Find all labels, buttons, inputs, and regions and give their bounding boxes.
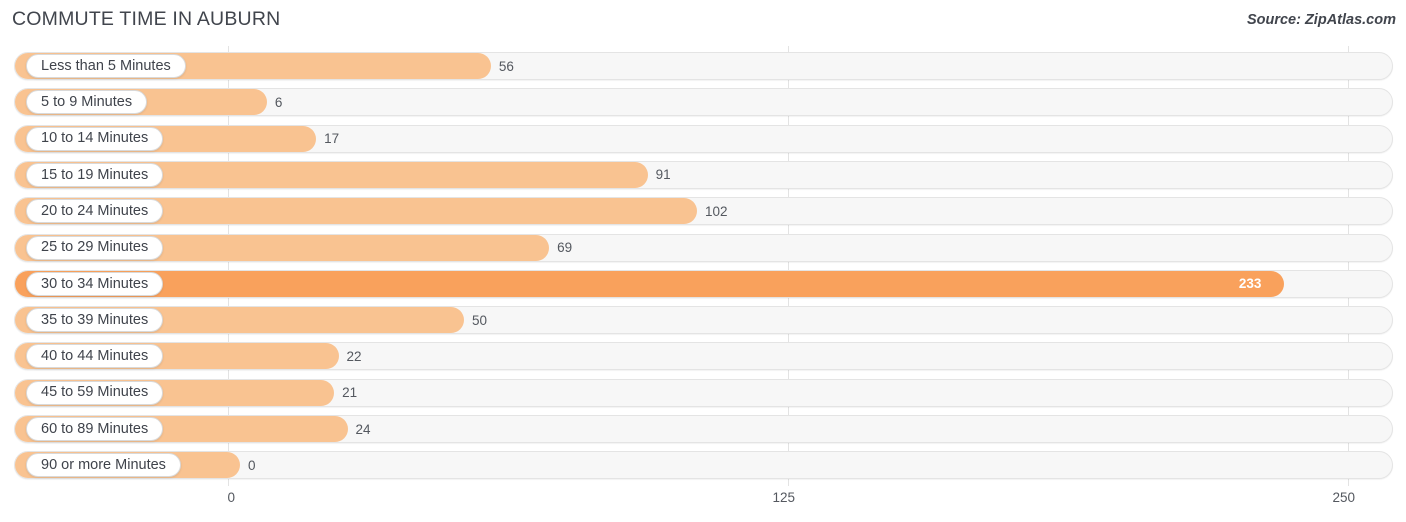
category-label-pill: 15 to 19 Minutes — [26, 162, 164, 187]
bar-row[interactable]: 20 to 24 Minutes 102 — [14, 197, 1393, 226]
category-label: 90 or more Minutes — [41, 457, 166, 474]
bar-row[interactable]: 90 or more Minutes 0 — [14, 451, 1393, 480]
bar-row[interactable]: 25 to 29 Minutes 69 — [14, 233, 1393, 262]
x-tick-label: 250 — [1332, 490, 1355, 505]
category-label: 15 to 19 Minutes — [41, 166, 149, 183]
bar-value-label: 22 — [346, 348, 362, 364]
bar-value-label: 56 — [498, 58, 514, 74]
x-axis: 0 125 250 — [0, 486, 1406, 522]
category-label: 40 to 44 Minutes — [41, 348, 149, 365]
bar-row[interactable]: 35 to 39 Minutes 50 — [14, 306, 1393, 335]
category-label: 60 to 89 Minutes — [41, 420, 149, 437]
category-label-pill: 20 to 24 Minutes — [26, 199, 164, 224]
bar-value-label: 69 — [557, 240, 573, 255]
category-label: 10 to 14 Minutes — [41, 130, 149, 147]
page-title: COMMUTE TIME IN AUBURN — [12, 8, 281, 30]
category-label-pill: 40 to 44 Minutes — [26, 344, 164, 369]
bar-value-label: 24 — [355, 421, 371, 437]
bar-row[interactable]: 15 to 19 Minutes 91 — [14, 160, 1393, 189]
category-label: 25 to 29 Minutes — [41, 239, 149, 256]
bar-value-label: 233 — [1238, 276, 1262, 292]
category-label: 35 to 39 Minutes — [41, 311, 149, 328]
category-label-pill: 30 to 34 Minutes — [26, 271, 164, 296]
category-label: 30 to 34 Minutes — [41, 275, 149, 292]
bar-row[interactable]: 10 to 14 Minutes 17 — [14, 124, 1393, 153]
category-label-pill: 60 to 89 Minutes — [26, 417, 164, 441]
category-label-pill: 35 to 39 Minutes — [26, 308, 164, 333]
category-label: 20 to 24 Minutes — [41, 202, 149, 219]
bar-row[interactable]: Less than 5 Minutes 56 — [14, 52, 1393, 80]
bar-rows: Less than 5 Minutes 56 5 to 9 Minutes 6 10 t… — [0, 46, 1406, 486]
category-label-pill: 90 or more Minutes — [26, 453, 181, 478]
category-label: Less than 5 Minutes — [41, 57, 171, 74]
category-label-pill: 45 to 59 Minutes — [26, 380, 164, 405]
bar-row[interactable]: 30 to 34 Minutes 233 — [14, 269, 1393, 298]
category-label-pill: 10 to 14 Minutes — [26, 126, 164, 151]
bar-value-label: 21 — [342, 385, 358, 401]
category-label: 45 to 59 Minutes — [41, 384, 149, 401]
chart-plot-area: Less than 5 Minutes 56 5 to 9 Minutes 6 10 t… — [0, 46, 1406, 486]
category-label-pill: Less than 5 Minutes — [26, 54, 186, 78]
category-label-pill: 5 to 9 Minutes — [26, 90, 148, 115]
source-attribution: Source: ZipAtlas.com — [1246, 12, 1396, 28]
bar-value-label: 17 — [324, 131, 340, 147]
bar-row[interactable]: 40 to 44 Minutes 22 — [14, 342, 1393, 371]
x-tick-label: 125 — [772, 490, 795, 505]
bar-value-label: 6 — [274, 94, 283, 110]
bar-value-label: 102 — [704, 203, 728, 219]
bar-fill — [15, 270, 1284, 297]
category-label-pill: 25 to 29 Minutes — [26, 235, 164, 260]
x-tick-label: 0 — [227, 490, 235, 505]
bar-value-label: 0 — [248, 457, 256, 473]
bar-row[interactable]: 45 to 59 Minutes 21 — [14, 378, 1393, 407]
bar-row[interactable]: 60 to 89 Minutes 24 — [14, 415, 1393, 443]
bar-row[interactable]: 5 to 9 Minutes 6 — [14, 88, 1393, 117]
category-label: 5 to 9 Minutes — [41, 94, 133, 111]
bar-value-label: 91 — [655, 167, 671, 183]
chart-header: COMMUTE TIME IN AUBURN Source: ZipAtlas.… — [0, 0, 1406, 44]
bar-value-label: 50 — [472, 312, 488, 328]
